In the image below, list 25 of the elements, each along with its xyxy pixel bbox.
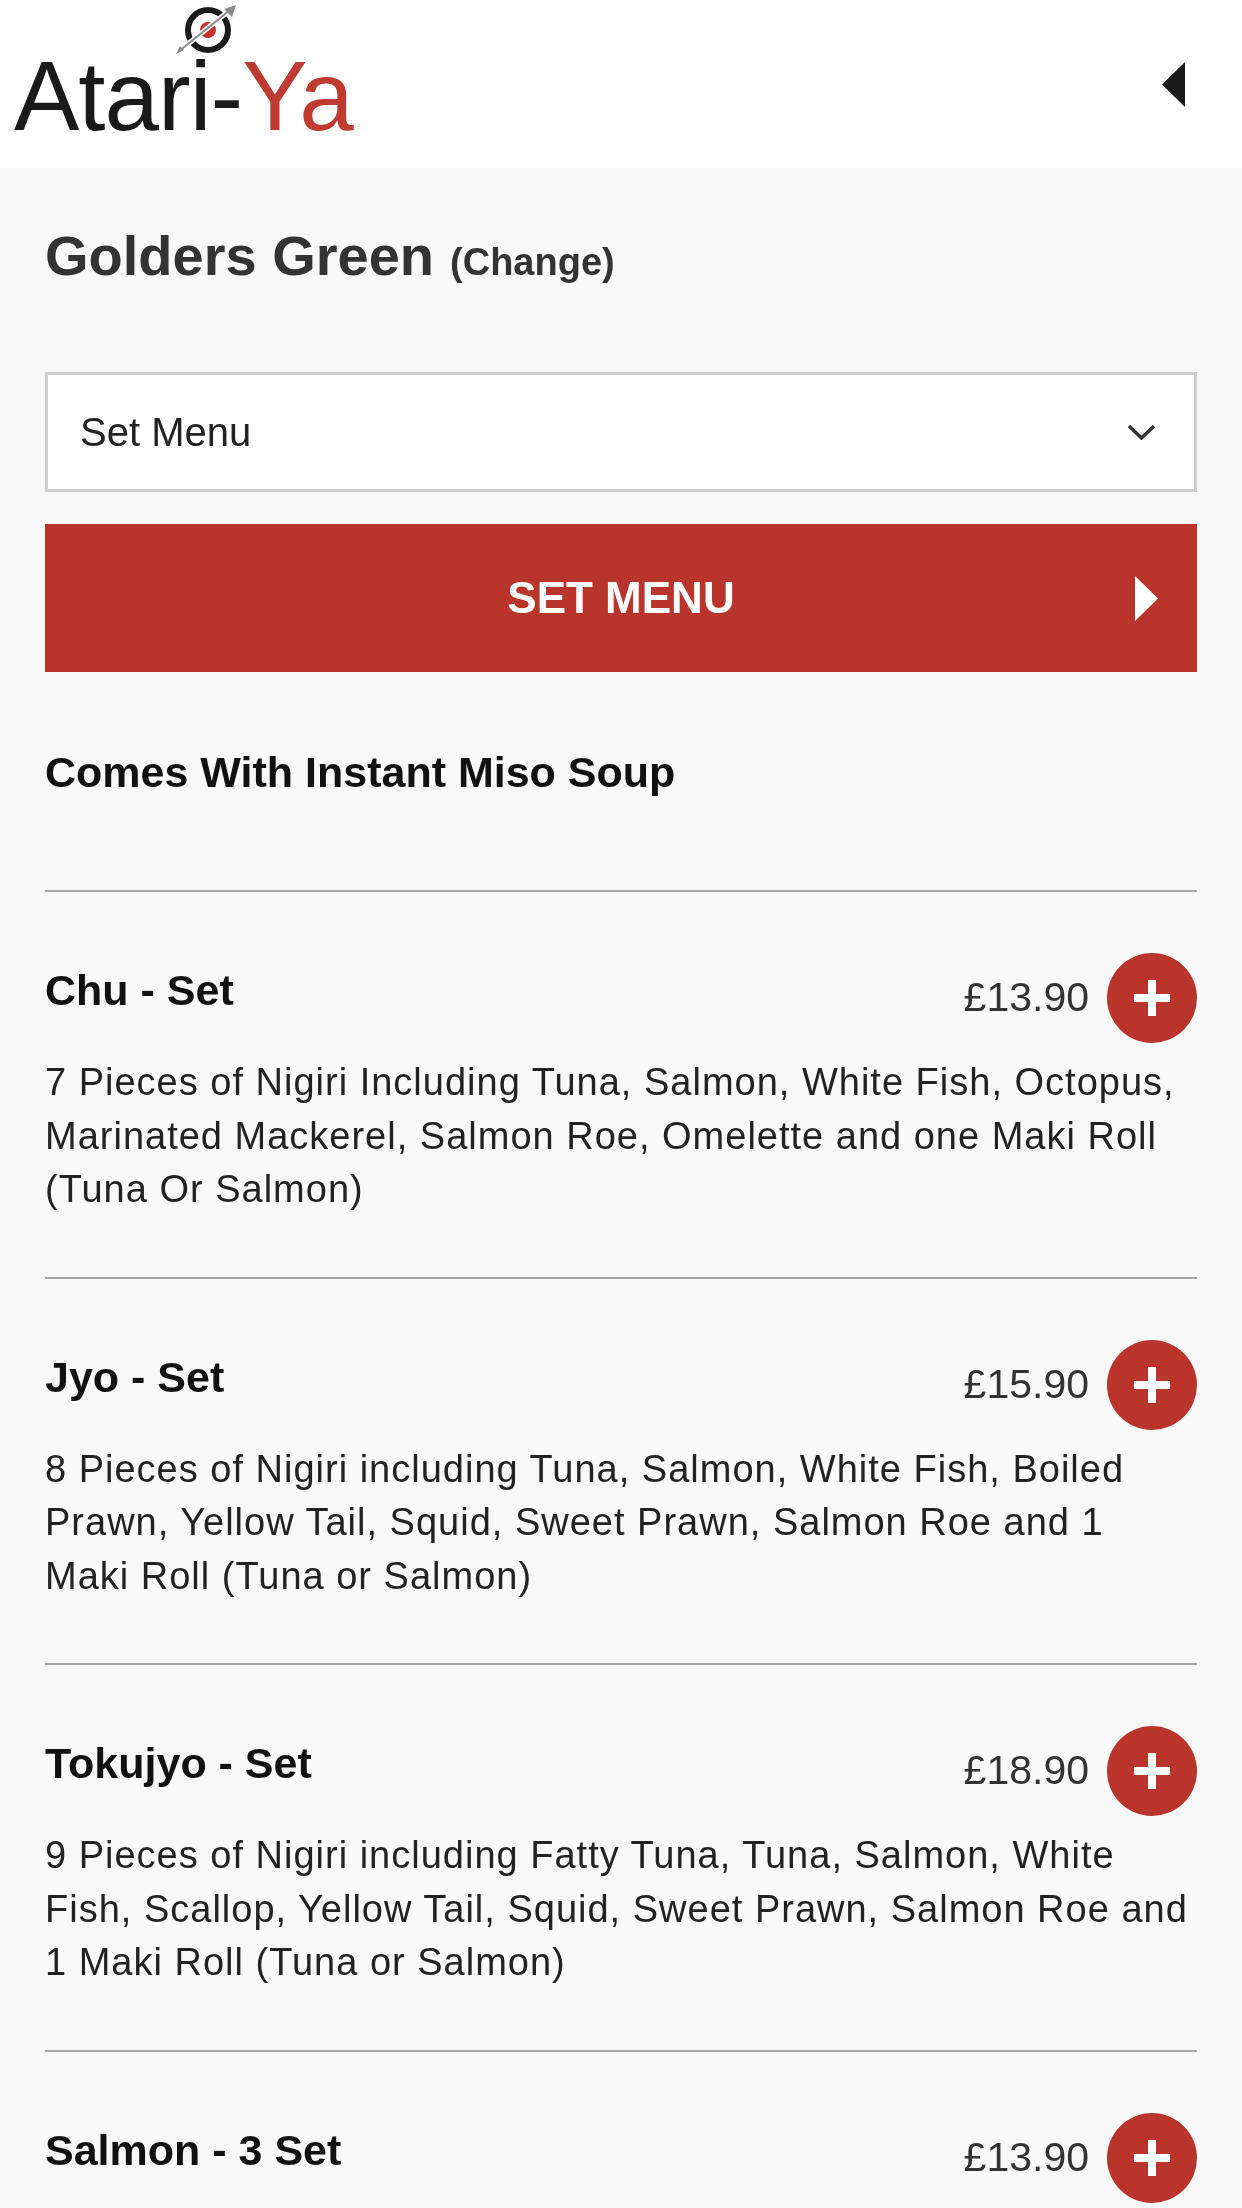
chevron-down-icon — [1127, 424, 1156, 440]
item-name: Jyo - Set — [45, 1351, 225, 1403]
right-triangle-icon — [1135, 575, 1158, 621]
plus-icon — [1134, 1753, 1170, 1789]
item-name: Tokujyo - Set — [45, 1738, 312, 1789]
item-description: 7 Pieces of Nigiri Including Tuna, Salmon, White Fish, Octopus, Marinated Mackerel, Salmon Roe, Omelette and one Maki Roll (Tuna Or Salmon) — [45, 1060, 1176, 1212]
plus-icon — [1134, 2139, 1170, 2176]
left-triangle-icon[interactable] — [1162, 61, 1185, 107]
change-link[interactable]: (Change) — [450, 234, 615, 291]
logo-text: Atari-Ya — [14, 47, 353, 145]
plus-icon — [1134, 980, 1170, 1016]
item-price: £15.90 — [963, 1359, 1089, 1409]
category-dropdown[interactable]: Set Menu — [45, 372, 1197, 492]
item-price: £13.90 — [963, 2132, 1089, 2182]
item-name: Chu - Set — [45, 965, 234, 1016]
section-note: Comes With Instant Miso Soup — [45, 747, 677, 798]
item-description: 9 Pieces of Nigiri including Fatty Tuna, Tuna, Salmon, White Fish, Scallop, Yellow Tail, Squid, Sweet Prawn, Salmon Roe and 1 Maki Roll (Tuna or Salmon) — [45, 1833, 1189, 1985]
target-arrow-icon — [174, 3, 238, 56]
item-name: Salmon - 3 Set — [45, 2124, 342, 2176]
location-title: Golders Green — [45, 223, 435, 289]
plus-icon — [1134, 1366, 1170, 1403]
item-description: 8 Pieces of Nigiri including Tuna, Salmon, White Fish, Boiled Prawn, Yellow Tail, Squid, Sweet Prawn, Salmon Roe and 1 Maki Roll (Tuna or Salmon) — [45, 1446, 1126, 1599]
item-price: £18.90 — [963, 1746, 1089, 1796]
section-header-button[interactable]: SET MENU — [45, 524, 1197, 672]
item-price: £13.90 — [963, 973, 1089, 1023]
